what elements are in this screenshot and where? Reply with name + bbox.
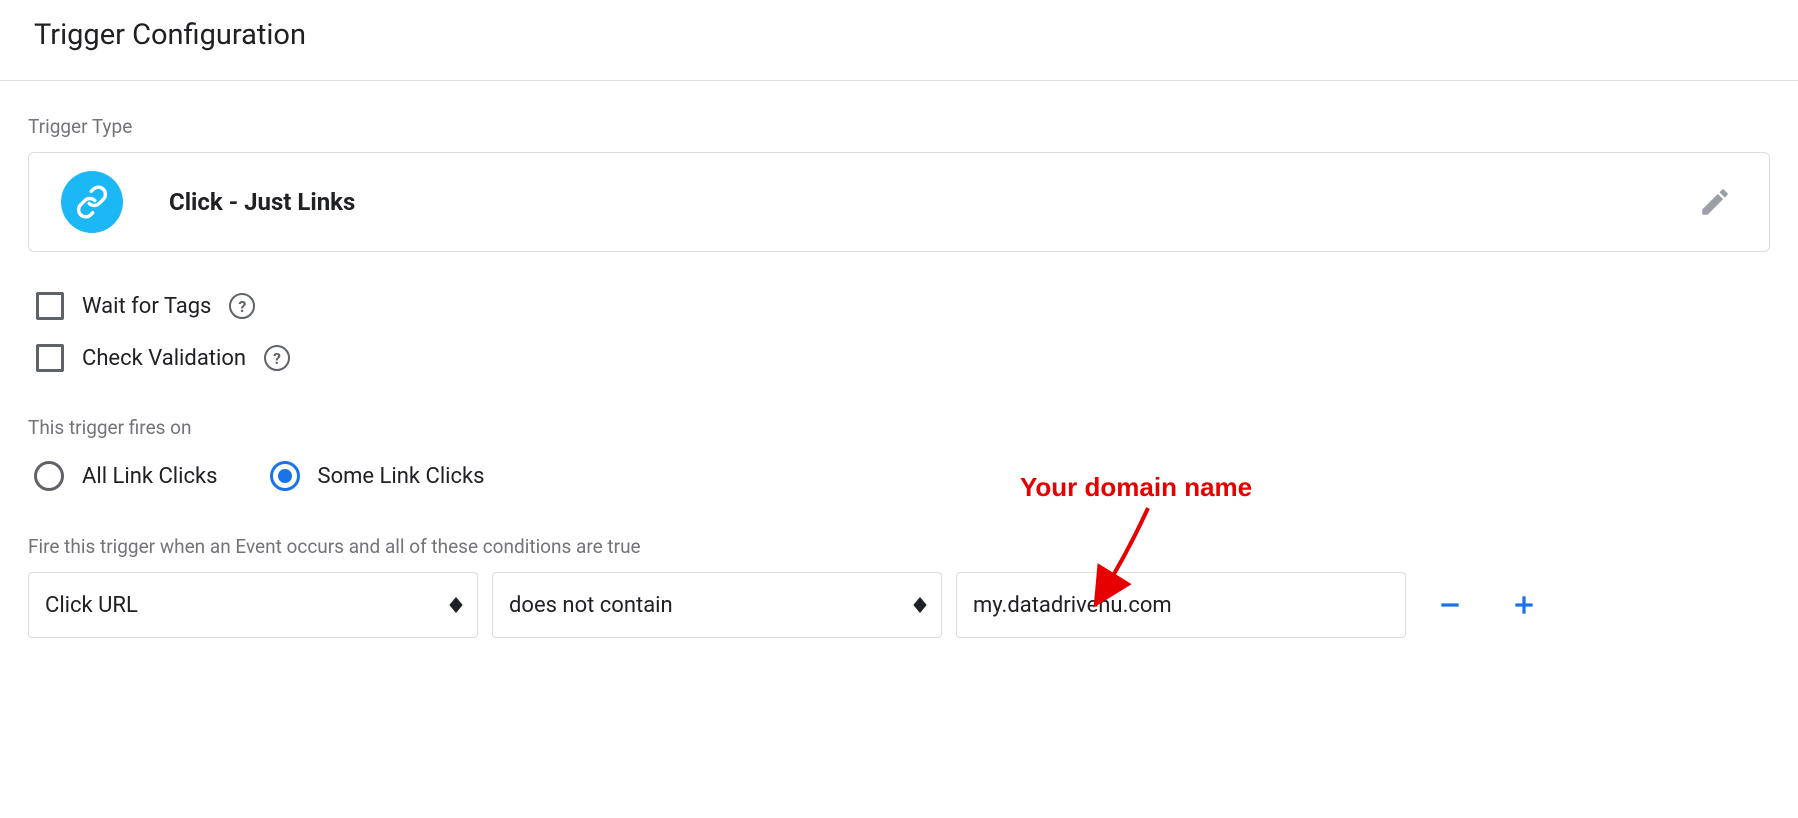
panel-title: Trigger Configuration	[34, 18, 1764, 52]
help-icon[interactable]: ?	[264, 345, 290, 371]
check-validation-checkbox[interactable]	[36, 344, 64, 372]
radio-icon	[34, 461, 64, 491]
condition-label: Fire this trigger when an Event occurs a…	[28, 535, 1770, 558]
radio-all-link-clicks[interactable]: All Link Clicks	[34, 461, 218, 491]
fires-on-radio-group: All Link Clicks Some Link Clicks	[34, 461, 1770, 491]
trigger-type-name: Click - Just Links	[169, 188, 355, 216]
trigger-type-label: Trigger Type	[28, 115, 1770, 138]
condition-operator-select[interactable]: does not contain	[492, 572, 942, 638]
select-arrows-icon	[449, 597, 463, 613]
condition-value-input[interactable]	[956, 572, 1406, 638]
annotation-text: Your domain name	[1020, 472, 1252, 503]
check-validation-label: Check Validation	[82, 346, 246, 371]
condition-variable-select[interactable]: Click URL	[28, 572, 478, 638]
select-arrows-icon	[913, 597, 927, 613]
edit-icon[interactable]	[1691, 178, 1739, 226]
radio-some-link-clicks[interactable]: Some Link Clicks	[270, 461, 485, 491]
wait-for-tags-label: Wait for Tags	[82, 294, 211, 319]
remove-condition-button[interactable]	[1420, 575, 1480, 635]
help-icon[interactable]: ?	[229, 293, 255, 319]
trigger-type-selector[interactable]: Click - Just Links	[28, 152, 1770, 252]
panel-header: Trigger Configuration	[0, 0, 1798, 81]
radio-icon	[270, 461, 300, 491]
wait-for-tags-checkbox[interactable]	[36, 292, 64, 320]
add-condition-button[interactable]	[1494, 575, 1554, 635]
link-icon	[61, 171, 123, 233]
fires-on-label: This trigger fires on	[28, 416, 1770, 439]
condition-row: Click URL does not contain	[28, 572, 1770, 638]
